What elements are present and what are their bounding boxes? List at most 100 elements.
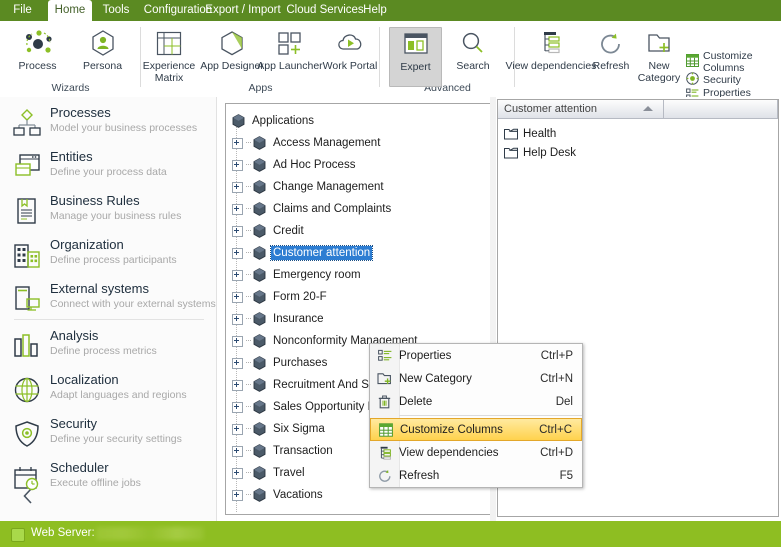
tree-expand-icon[interactable] <box>232 291 243 303</box>
expert-button[interactable]: Expert <box>389 27 442 87</box>
tree-expand-icon[interactable] <box>232 379 243 391</box>
customize-columns-label: Customize Columns <box>703 50 753 74</box>
tree-expand-icon[interactable] <box>232 445 243 457</box>
ctx-properties[interactable]: Properties Ctrl+P <box>370 344 582 367</box>
security-button[interactable]: Security <box>686 72 741 88</box>
sidebar-item-security[interactable]: Security Define your security settings <box>0 412 216 456</box>
grid-column-header-label: Customer attention <box>504 103 597 115</box>
tree-expand-icon[interactable] <box>232 159 243 171</box>
context-menu-separator <box>399 415 582 416</box>
tree-node[interactable]: Claims and Complaints <box>232 198 393 220</box>
sidebar: Processes Model your business processes En… <box>0 97 217 521</box>
menu-item-export-import[interactable]: Export / Import <box>198 0 288 21</box>
persona-icon <box>75 27 130 59</box>
search-button-label: Search <box>456 60 490 72</box>
security-label: Security <box>703 74 741 86</box>
tree-expand-icon[interactable] <box>232 467 243 479</box>
tree-connector <box>246 450 251 452</box>
tree-expand-icon[interactable] <box>232 247 243 259</box>
tree-expand-icon[interactable] <box>232 423 243 435</box>
tree-node[interactable]: Change Management <box>232 176 386 198</box>
sidebar-item-localization[interactable]: Localization Adapt languages and regions <box>0 368 216 412</box>
tree-node[interactable]: Transaction <box>232 440 335 462</box>
menu-bar: File Home Tools Configuration Export / Impor… <box>0 0 781 21</box>
grid-row[interactable]: Health <box>504 124 556 143</box>
persona-button-label: Persona <box>82 60 123 72</box>
view-dependencies-button[interactable]: View dependencies <box>505 27 597 73</box>
tree-expand-icon[interactable] <box>232 225 243 237</box>
tree-node[interactable]: Purchases <box>232 352 329 374</box>
refresh-button[interactable]: Refresh <box>587 27 635 73</box>
tree-node[interactable]: Form 20-F <box>232 286 329 308</box>
sort-ascending-icon <box>643 106 653 111</box>
sidebar-item-scheduler[interactable]: Scheduler Execute offline jobs <box>0 456 216 500</box>
application-hexagon-icon <box>253 136 271 150</box>
analysis-icon <box>12 331 42 361</box>
ctx-view-dependencies[interactable]: View dependencies Ctrl+D <box>370 441 582 464</box>
tree-node-root[interactable]: Applications <box>232 110 316 132</box>
tree-expand-icon[interactable] <box>232 269 243 281</box>
app-launcher-button[interactable]: App Launcher <box>256 27 324 73</box>
tree-node[interactable]: Customer attention <box>232 242 374 264</box>
search-button[interactable]: Search <box>447 27 499 73</box>
tree-connector <box>246 296 251 298</box>
sidebar-item-analysis[interactable]: Analysis Define process metrics <box>0 324 216 368</box>
grid-column-header[interactable]: Customer attention <box>498 100 664 119</box>
status-bar-label: Web Server: <box>31 527 95 539</box>
persona-button[interactable]: Persona <box>75 27 130 73</box>
application-hexagon-icon <box>253 422 271 436</box>
sidebar-item-external-systems[interactable]: External systems Connect with your extern… <box>0 277 216 321</box>
tree-node[interactable]: Six Sigma <box>232 418 327 440</box>
sidebar-item-business-rules[interactable]: Business Rules Manage your business rules <box>0 189 216 233</box>
tree-node[interactable]: Emergency room <box>232 264 363 286</box>
menu-item-home[interactable]: Home <box>48 0 92 21</box>
work-portal-button[interactable]: Work Portal <box>320 27 380 73</box>
tree-expand-icon[interactable] <box>232 335 243 347</box>
refresh-icon <box>370 464 399 487</box>
tree-expand-icon[interactable] <box>232 181 243 193</box>
menu-item-cloud-services[interactable]: Cloud Services <box>282 0 368 21</box>
ctx-new-category[interactable]: New Category Ctrl+N <box>370 367 582 390</box>
properties-icon <box>370 344 399 367</box>
tree-node-label: Ad Hoc Process <box>273 159 356 171</box>
tree-expand-icon[interactable] <box>232 203 243 215</box>
sidebar-item-title: Analysis <box>50 328 99 343</box>
sidebar-item-entities[interactable]: Entities Define your process data <box>0 145 216 189</box>
tree-node[interactable]: Ad Hoc Process <box>232 154 357 176</box>
sidebar-item-processes[interactable]: Processes Model your business processes <box>0 101 216 145</box>
menu-item-file[interactable]: File <box>0 0 45 21</box>
grid-header: Customer attention <box>498 100 778 119</box>
ctx-refresh[interactable]: Refresh F5 <box>370 464 582 487</box>
process-button[interactable]: Process <box>10 27 65 73</box>
tree-expand-icon[interactable] <box>232 313 243 325</box>
refresh-button-label: Refresh <box>592 60 630 72</box>
tree-node[interactable]: Insurance <box>232 308 326 330</box>
tree-expand-icon[interactable] <box>232 357 243 369</box>
tree-node[interactable]: Vacations <box>232 484 325 506</box>
grid-column-header[interactable] <box>664 100 778 119</box>
tree-expand-icon[interactable] <box>232 137 243 149</box>
context-menu[interactable]: Properties Ctrl+P New Category Ctrl+N Delete… <box>369 343 583 488</box>
tree-node-label: Vacations <box>273 489 323 501</box>
sidebar-item-title: Localization <box>50 372 119 387</box>
customize-columns-button[interactable]: Customize Columns <box>686 50 781 74</box>
tree-connector <box>246 384 251 386</box>
new-category-button[interactable]: New Category <box>633 27 685 84</box>
tree-connector <box>246 164 251 166</box>
menu-item-help[interactable]: Help <box>357 0 393 21</box>
tree-node[interactable]: Credit <box>232 220 306 242</box>
ctx-customize-columns[interactable]: Customize Columns Ctrl+C <box>370 418 582 441</box>
sidebar-item-title: Scheduler <box>50 460 109 475</box>
tree-expand-icon[interactable] <box>232 401 243 413</box>
grid-row[interactable]: Help Desk <box>504 143 576 162</box>
dependencies-icon <box>505 27 597 59</box>
sidebar-item-organization[interactable]: Organization Define process participants <box>0 233 216 277</box>
tree-node[interactable]: Access Management <box>232 132 382 154</box>
experience-matrix-button[interactable]: Experience Matrix <box>140 27 198 84</box>
tree-expand-icon[interactable] <box>232 489 243 501</box>
ctx-delete[interactable]: Delete Del <box>370 390 582 413</box>
tree-connector <box>246 318 251 320</box>
tree-connector <box>246 406 251 408</box>
menu-item-tools[interactable]: Tools <box>95 0 137 21</box>
tree-node[interactable]: Travel <box>232 462 307 484</box>
